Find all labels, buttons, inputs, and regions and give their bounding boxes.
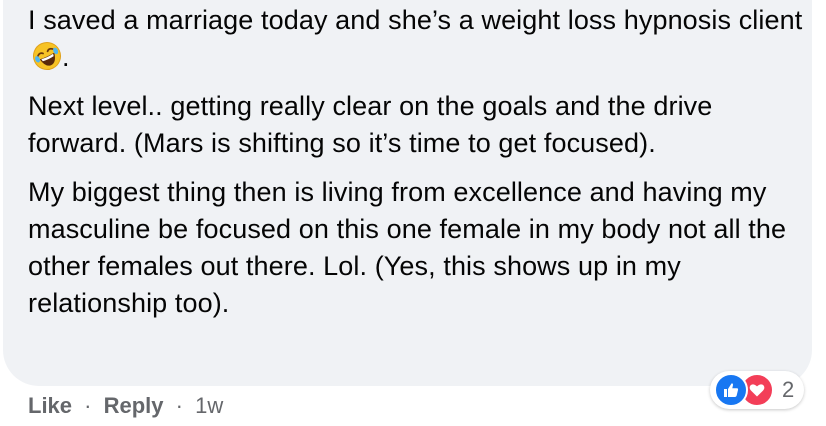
reply-link[interactable]: Reply xyxy=(104,393,164,418)
separator-dot: · xyxy=(84,393,92,418)
like-link[interactable]: Like xyxy=(28,393,72,418)
comment-paragraph-1-text: I saved a marriage today and she’s a wei… xyxy=(28,5,803,35)
comment-timestamp[interactable]: 1w xyxy=(195,393,223,418)
comment-paragraph-1: I saved a marriage today and she’s a wei… xyxy=(28,2,808,76)
comment-paragraph-3: My biggest thing then is living from exc… xyxy=(28,177,787,318)
comment-body: I saved a marriage today and she’s a wei… xyxy=(28,2,808,334)
rolling-on-floor-laughing-icon xyxy=(32,41,62,71)
separator-dot: · xyxy=(175,393,183,418)
like-icon xyxy=(714,373,748,407)
comment-actions: Like · Reply · 1w xyxy=(28,392,223,420)
comment-paragraph-2: Next level.. getting really clear on the… xyxy=(28,91,713,158)
reactions-summary[interactable]: 2 xyxy=(710,371,805,409)
reaction-count: 2 xyxy=(782,377,795,402)
comment-paragraph-1-suffix: . xyxy=(62,42,70,72)
